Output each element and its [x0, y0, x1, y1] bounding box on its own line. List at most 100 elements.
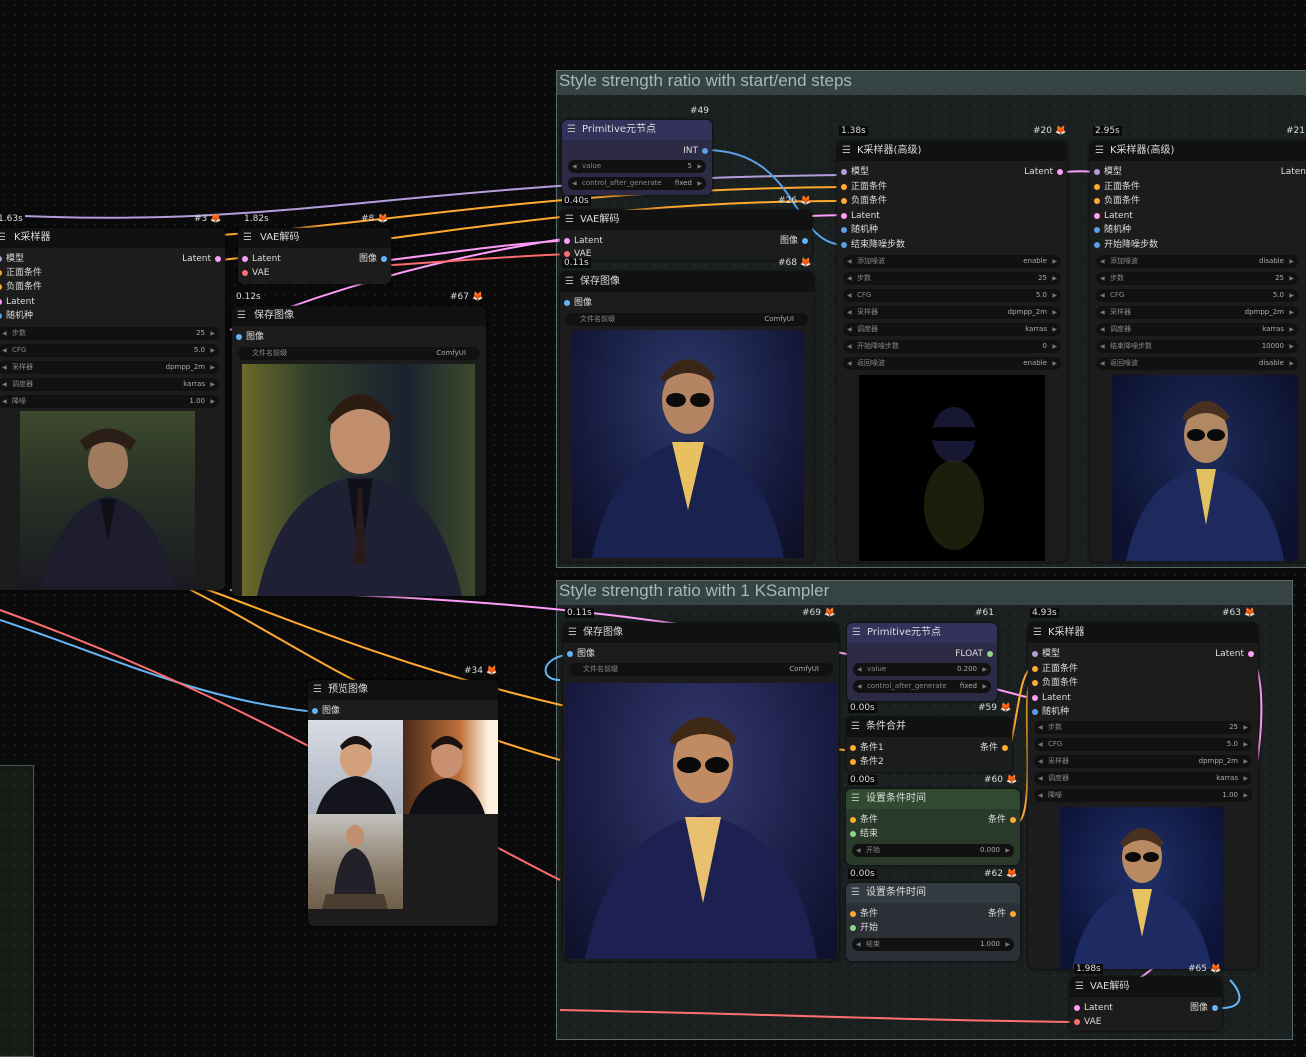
node-title[interactable]: VAE解码: [560, 210, 812, 230]
node-title[interactable]: K采样器(高级): [1090, 141, 1306, 161]
widget-start[interactable]: 开始0.000: [852, 844, 1014, 857]
node-vae-decode-26[interactable]: VAE解码 Latent图像 VAE: [560, 210, 812, 260]
node-conditioning-combine-59[interactable]: 条件合并 条件1 条件 条件2: [846, 717, 1012, 772]
input-end-step[interactable]: 结束降噪步数: [851, 238, 905, 252]
input-negative[interactable]: 负面条件: [1042, 676, 1078, 690]
widget-steps[interactable]: 步数25: [1034, 721, 1252, 734]
widget-add-noise[interactable]: 添加噪波disable: [1096, 255, 1298, 268]
node-title[interactable]: VAE解码: [1070, 977, 1222, 997]
node-save-image-67[interactable]: 保存图像 图像 文件名前缀ComfyUI: [232, 306, 486, 596]
input-start-step[interactable]: 开始降噪步数: [1104, 238, 1158, 252]
output-cond[interactable]: 条件: [988, 813, 1006, 827]
input-positive[interactable]: 正面条件: [6, 266, 42, 280]
output-image[interactable]: 图像: [780, 234, 798, 248]
node-title[interactable]: 设置条件时间: [846, 789, 1020, 809]
node-ksampler-3[interactable]: K采样器 模型Latent 正面条件 负面条件 Latent 随机种 步数25 …: [0, 228, 225, 590]
node-set-cond-time-62[interactable]: 设置条件时间 条件 条件 开始 结束1.000: [846, 883, 1020, 961]
input-vae[interactable]: VAE: [1084, 1015, 1101, 1029]
node-title[interactable]: K采样器: [1028, 623, 1258, 643]
input-latent[interactable]: Latent: [1042, 691, 1071, 705]
node-title[interactable]: 预览图像: [308, 680, 498, 700]
node-title[interactable]: 保存图像: [560, 272, 814, 292]
widget-return-noise[interactable]: 返回噪波disable: [1096, 357, 1298, 370]
input-latent[interactable]: Latent: [1104, 209, 1133, 223]
node-ksampler-advanced-20[interactable]: K采样器(高级) 模型 Latent 正面条件 负面条件 Latent 随机种 结…: [837, 141, 1067, 562]
widget-scheduler[interactable]: 调度器karras: [0, 378, 219, 391]
widget-value[interactable]: value0.200: [853, 663, 991, 676]
widget-denoise[interactable]: 降噪1.00: [0, 395, 219, 408]
node-title[interactable]: 保存图像: [563, 623, 839, 643]
output-latent[interactable]: Latent: [1024, 165, 1053, 179]
output-latent[interactable]: Laten: [1281, 165, 1306, 179]
widget-add-noise[interactable]: 添加噪波enable: [843, 255, 1061, 268]
input-image[interactable]: 图像: [577, 647, 595, 661]
widget-scheduler[interactable]: 调度器karras: [1034, 772, 1252, 785]
node-title[interactable]: 设置条件时间: [846, 883, 1020, 903]
widget-end[interactable]: 结束1.000: [852, 938, 1014, 951]
widget-steps[interactable]: 步数25: [843, 272, 1061, 285]
input-cond-1[interactable]: 条件1: [860, 741, 884, 755]
widget-cfg[interactable]: CFG5.0: [843, 289, 1061, 302]
input-latent[interactable]: Latent: [851, 209, 880, 223]
node-set-cond-time-60[interactable]: 设置条件时间 条件 条件 结束 开始0.000: [846, 789, 1020, 865]
widget-cfg[interactable]: CFG5.0: [1034, 738, 1252, 751]
input-image[interactable]: 图像: [246, 330, 264, 344]
output-cond[interactable]: 条件: [988, 907, 1006, 921]
input-positive[interactable]: 正面条件: [1104, 180, 1140, 194]
widget-end-step[interactable]: 结束降噪步数10000: [1096, 340, 1298, 353]
input-model[interactable]: 模型: [1042, 647, 1060, 661]
input-cond-2[interactable]: 条件2: [860, 755, 884, 769]
widget-cfg[interactable]: CFG5.0: [1096, 289, 1298, 302]
widget-sampler[interactable]: 采样器dpmpp_2m: [1096, 306, 1298, 319]
input-vae[interactable]: VAE: [252, 266, 269, 280]
widget-sampler[interactable]: 采样器dpmpp_2m: [843, 306, 1061, 319]
input-negative[interactable]: 负面条件: [851, 194, 887, 208]
node-title[interactable]: VAE解码: [238, 228, 391, 248]
output-latent[interactable]: Latent: [182, 252, 211, 266]
widget-control-after-generate[interactable]: control_after_generatefixed: [853, 680, 991, 693]
widget-scheduler[interactable]: 调度器karras: [843, 323, 1061, 336]
output-image[interactable]: 图像: [359, 252, 377, 266]
node-title[interactable]: 条件合并: [846, 717, 1012, 737]
node-preview-image-34[interactable]: 预览图像 图像: [308, 680, 498, 926]
node-save-image-68[interactable]: 保存图像 图像 文件名前缀ComfyUI: [560, 272, 814, 562]
node-title[interactable]: Primitive元节点: [562, 120, 712, 140]
widget-return-noise[interactable]: 返回噪波enable: [843, 357, 1061, 370]
output-float[interactable]: FLOAT: [955, 647, 983, 661]
widget-denoise[interactable]: 降噪1.00: [1034, 789, 1252, 802]
node-ksampler-63[interactable]: K采样器 模型Latent 正面条件 负面条件 Latent 随机种 步数25 …: [1028, 623, 1258, 969]
widget-filename-prefix[interactable]: 文件名前缀 ComfyUI: [569, 663, 833, 676]
node-title[interactable]: K采样器: [0, 228, 225, 248]
input-model[interactable]: 模型: [1104, 165, 1122, 179]
input-cond[interactable]: 条件: [860, 907, 878, 921]
input-latent[interactable]: Latent: [252, 252, 281, 266]
node-primitive-61[interactable]: Primitive元节点 FLOAT value0.200 control_af…: [847, 623, 997, 701]
widget-scheduler[interactable]: 调度器karras: [1096, 323, 1298, 336]
node-title[interactable]: 保存图像: [232, 306, 486, 326]
input-seed[interactable]: 随机种: [851, 223, 878, 237]
input-negative[interactable]: 负面条件: [6, 280, 42, 294]
node-ksampler-advanced-21[interactable]: K采样器(高级) 模型 Laten 正面条件 负面条件 Latent 随机种 开始…: [1090, 141, 1306, 562]
input-start[interactable]: 开始: [860, 921, 878, 935]
widget-filename-prefix[interactable]: 文件名前缀 ComfyUI: [238, 347, 480, 360]
input-model[interactable]: 模型: [6, 252, 24, 266]
widget-start-step[interactable]: 开始降噪步数0: [843, 340, 1061, 353]
output-image[interactable]: 图像: [1190, 1001, 1208, 1015]
input-seed[interactable]: 随机种: [6, 309, 33, 323]
input-seed[interactable]: 随机种: [1042, 705, 1069, 719]
output-int[interactable]: INT: [683, 144, 698, 158]
widget-cfg[interactable]: CFG5.0: [0, 344, 219, 357]
widget-sampler[interactable]: 采样器dpmpp_2m: [0, 361, 219, 374]
widget-control-after-generate[interactable]: control_after_generatefixed: [568, 177, 706, 190]
input-image[interactable]: 图像: [322, 704, 340, 718]
input-latent[interactable]: Latent: [574, 234, 603, 248]
widget-sampler[interactable]: 采样器dpmpp_2m: [1034, 755, 1252, 768]
node-vae-decode-8[interactable]: VAE解码 Latent 图像 VAE: [238, 228, 391, 284]
node-vae-decode-65[interactable]: VAE解码 Latent 图像 VAE: [1070, 977, 1222, 1031]
node-save-image-69[interactable]: 保存图像 图像 文件名前缀ComfyUI: [563, 623, 839, 961]
output-latent[interactable]: Latent: [1215, 647, 1244, 661]
output-cond[interactable]: 条件: [980, 741, 998, 755]
node-title[interactable]: Primitive元节点: [847, 623, 997, 643]
input-image[interactable]: 图像: [574, 296, 592, 310]
widget-steps[interactable]: 步数25: [0, 327, 219, 340]
